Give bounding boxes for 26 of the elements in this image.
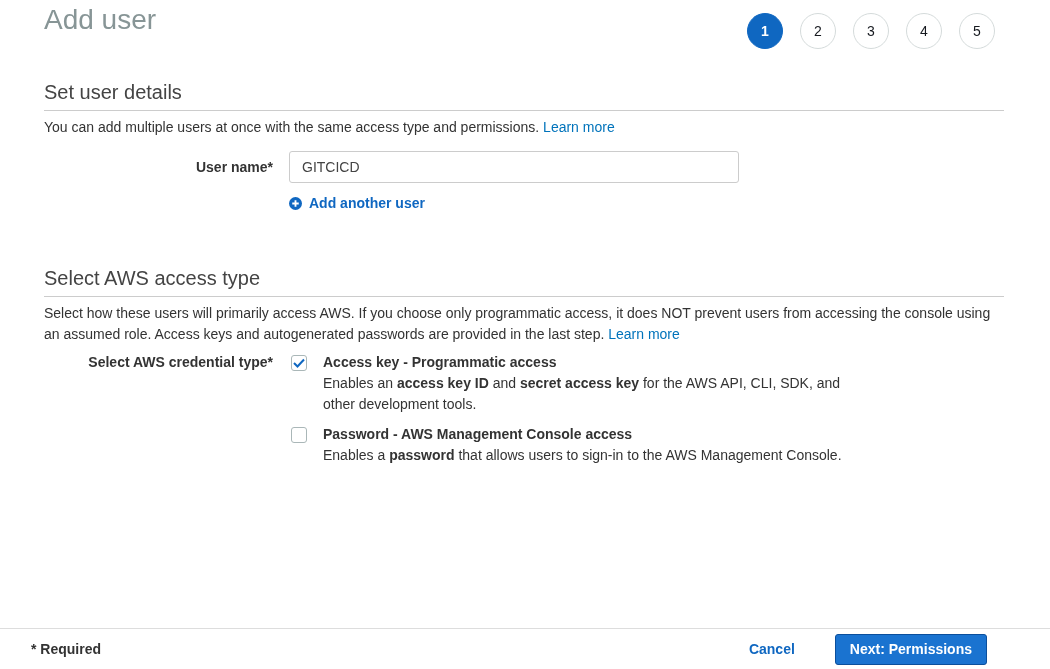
step-indicator[interactable]: 4 (906, 13, 942, 49)
page-title: Add user (44, 3, 157, 37)
option-description: Enables a password that allows users to sign-in to the AWS Management Console. (323, 445, 842, 465)
section-heading: Set user details (44, 80, 1004, 111)
checkbox[interactable] (291, 354, 307, 371)
section-heading: Select AWS access type (44, 265, 1004, 297)
field-label: User name* (194, 157, 273, 177)
next-button[interactable]: Next: Permissions (834, 633, 987, 665)
section-description: Select how these users will primarily access AWS. If you choose only programmatic access, it does NOT prevent users from accessing the console using an assumed role. Access keys and autogenerated passwords are provided in the last step. Learn more (44, 303, 992, 344)
learn-more-link[interactable]: Learn more (608, 325, 680, 342)
step-indicator[interactable]: 3 (853, 13, 889, 49)
required-note: * Required (31, 641, 102, 657)
field-label: Select AWS credential type* (87, 352, 273, 372)
step-indicator[interactable]: 5 (959, 13, 995, 49)
checkbox[interactable] (291, 426, 307, 443)
option-title: Password - AWS Management Console access (323, 424, 634, 444)
step-indicator[interactable]: 2 (800, 13, 836, 49)
cancel-button[interactable]: Cancel (742, 640, 801, 658)
plus-circle-icon (289, 196, 302, 210)
learn-more-link[interactable]: Learn more (543, 119, 615, 135)
option-description: Enables an access key ID and secret access key for the AWS API, CLI, SDK, and other development tools. (323, 373, 842, 414)
step-indicator[interactable]: 1 (747, 13, 783, 49)
option-title: Access key - Programmatic access (323, 352, 558, 372)
section-description: You can add multiple users at once with the same access type and permissions. Learn more (44, 118, 616, 137)
add-user-link[interactable]: Add another user (289, 195, 425, 211)
user-name-field[interactable]: GITCICD (289, 151, 739, 183)
